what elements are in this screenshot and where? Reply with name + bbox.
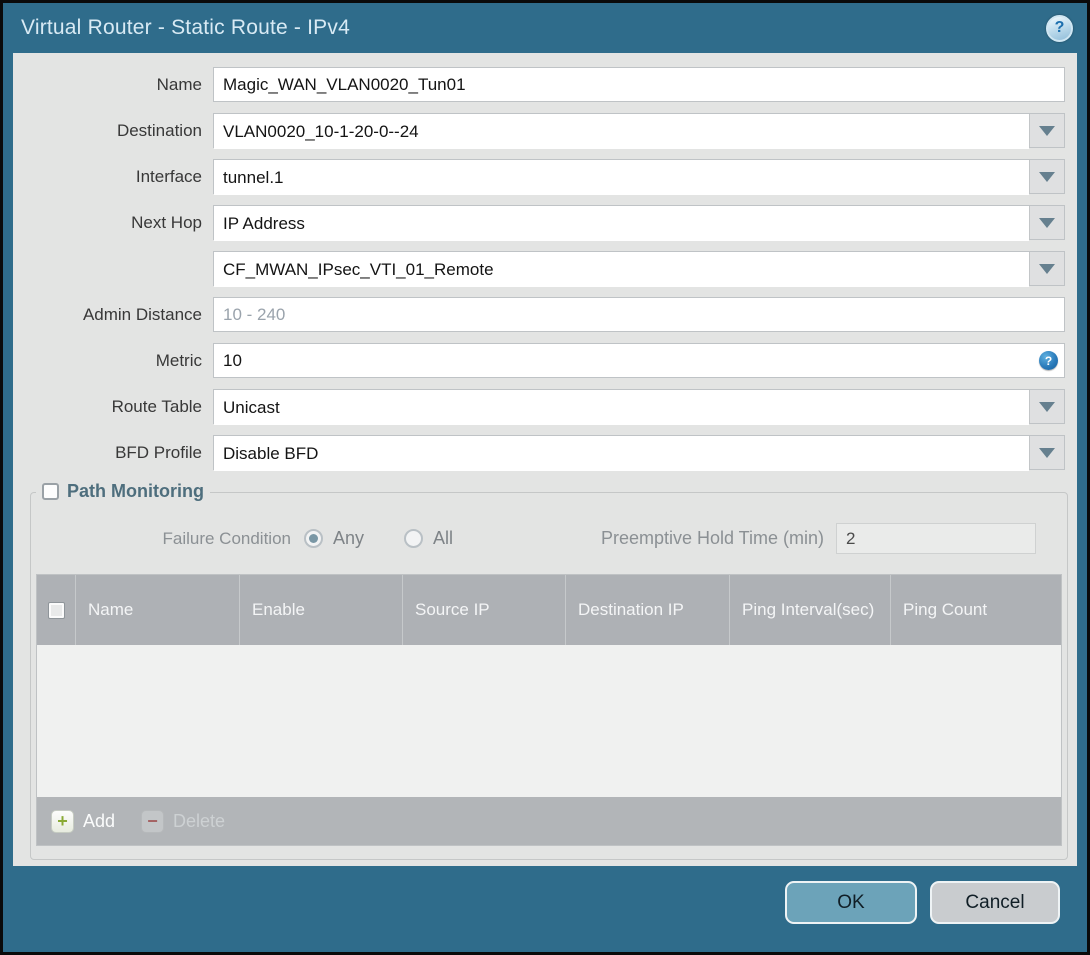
destination-input[interactable] (214, 114, 1029, 149)
next-hop-address-input[interactable] (214, 252, 1029, 287)
static-route-dialog: Virtual Router - Static Route - IPv4 ? N… (0, 0, 1090, 955)
delete-button[interactable]: − Delete (141, 809, 226, 833)
failure-condition-label: Failure Condition (162, 528, 291, 548)
route-table-label: Route Table (111, 396, 202, 416)
radio-all-icon (404, 529, 424, 548)
next-hop-row: Next Hop (13, 205, 1065, 241)
next-hop-combobox (213, 205, 1065, 241)
select-all-cell (37, 575, 75, 645)
destination-label: Destination (116, 120, 202, 140)
route-table-row: Route Table (13, 389, 1065, 425)
failure-condition-any-option[interactable]: Any (304, 528, 364, 549)
chevron-down-icon (1039, 263, 1055, 274)
admin-distance-label: Admin Distance (82, 304, 202, 324)
chevron-down-icon (1039, 217, 1055, 228)
bfd-profile-row: BFD Profile (13, 435, 1065, 471)
failure-condition-row: Failure Condition Any All Preemptive Hol… (36, 523, 1062, 554)
destination-dropdown-button[interactable] (1029, 114, 1064, 147)
next-hop-address-combobox (213, 251, 1065, 287)
interface-dropdown-button[interactable] (1029, 160, 1064, 193)
column-header-ping-interval: Ping Interval(sec) (729, 575, 890, 645)
name-input[interactable] (213, 67, 1065, 102)
table-header-row: Name Enable Source IP Destination IP Pin… (37, 575, 1061, 645)
column-header-ping-count: Ping Count (890, 575, 1061, 645)
help-icon[interactable]: ? (1046, 14, 1073, 42)
destination-combobox (213, 113, 1065, 149)
next-hop-type-input[interactable] (214, 206, 1029, 241)
radio-any-icon (304, 529, 323, 548)
dialog-titlebar: Virtual Router - Static Route - IPv4 ? (3, 3, 1087, 53)
metric-input[interactable] (213, 343, 1065, 378)
preemptive-hold-time-label: Preemptive Hold Time (min) (600, 528, 824, 548)
preemptive-hold-time-input[interactable] (836, 523, 1036, 554)
delete-button-label: Delete (173, 810, 226, 831)
dialog-footer: OK Cancel (3, 866, 1087, 952)
metric-label: Metric (155, 350, 202, 370)
dialog-content: Name Destination Interface (13, 53, 1077, 866)
plus-icon: + (51, 809, 74, 833)
bfd-profile-combobox (213, 435, 1065, 471)
route-table-combobox (213, 389, 1065, 425)
failure-condition-all-option[interactable]: All (404, 528, 453, 549)
interface-input[interactable] (214, 160, 1029, 195)
add-button[interactable]: + Add (51, 809, 116, 833)
chevron-down-icon (1039, 447, 1055, 458)
path-monitoring-section: Path Monitoring Failure Condition Any Al… (30, 481, 1068, 860)
add-button-label: Add (83, 810, 116, 831)
select-all-checkbox[interactable] (47, 601, 65, 619)
column-header-source-ip: Source IP (402, 575, 565, 645)
path-monitoring-legend: Path Monitoring (36, 481, 210, 502)
next-hop-address-row (13, 251, 1065, 287)
bfd-profile-label: BFD Profile (115, 442, 202, 462)
route-table-dropdown-button[interactable] (1029, 390, 1064, 423)
path-monitoring-table: Name Enable Source IP Destination IP Pin… (36, 574, 1062, 846)
ok-button[interactable]: OK (785, 881, 917, 924)
path-monitoring-checkbox[interactable] (42, 483, 59, 500)
route-table-input[interactable] (214, 390, 1029, 425)
column-header-name: Name (75, 575, 239, 645)
chevron-down-icon (1039, 401, 1055, 412)
metric-row: Metric ? (13, 343, 1065, 378)
radio-any-label: Any (333, 528, 365, 548)
bfd-profile-dropdown-button[interactable] (1029, 436, 1064, 469)
dialog-title: Virtual Router - Static Route - IPv4 (21, 16, 350, 39)
destination-row: Destination (13, 113, 1065, 149)
chevron-down-icon (1039, 171, 1055, 182)
interface-combobox (213, 159, 1065, 195)
admin-distance-row: Admin Distance (13, 297, 1065, 332)
column-header-destination-ip: Destination IP (565, 575, 729, 645)
radio-all-label: All (433, 528, 454, 548)
table-toolbar: + Add − Delete (37, 797, 1061, 845)
table-body-empty (37, 645, 1061, 797)
cancel-button[interactable]: Cancel (930, 881, 1060, 924)
interface-label: Interface (135, 166, 202, 186)
name-label: Name (156, 74, 202, 94)
column-header-enable: Enable (239, 575, 402, 645)
admin-distance-input[interactable] (213, 297, 1065, 332)
interface-row: Interface (13, 159, 1065, 195)
next-hop-label: Next Hop (131, 212, 202, 232)
next-hop-address-dropdown-button[interactable] (1029, 252, 1064, 285)
next-hop-dropdown-button[interactable] (1029, 206, 1064, 239)
minus-icon: − (141, 809, 165, 833)
chevron-down-icon (1039, 125, 1055, 136)
metric-help-icon[interactable]: ? (1039, 351, 1058, 370)
name-row: Name (13, 67, 1065, 102)
bfd-profile-input[interactable] (214, 436, 1029, 471)
path-monitoring-title: Path Monitoring (67, 481, 204, 501)
